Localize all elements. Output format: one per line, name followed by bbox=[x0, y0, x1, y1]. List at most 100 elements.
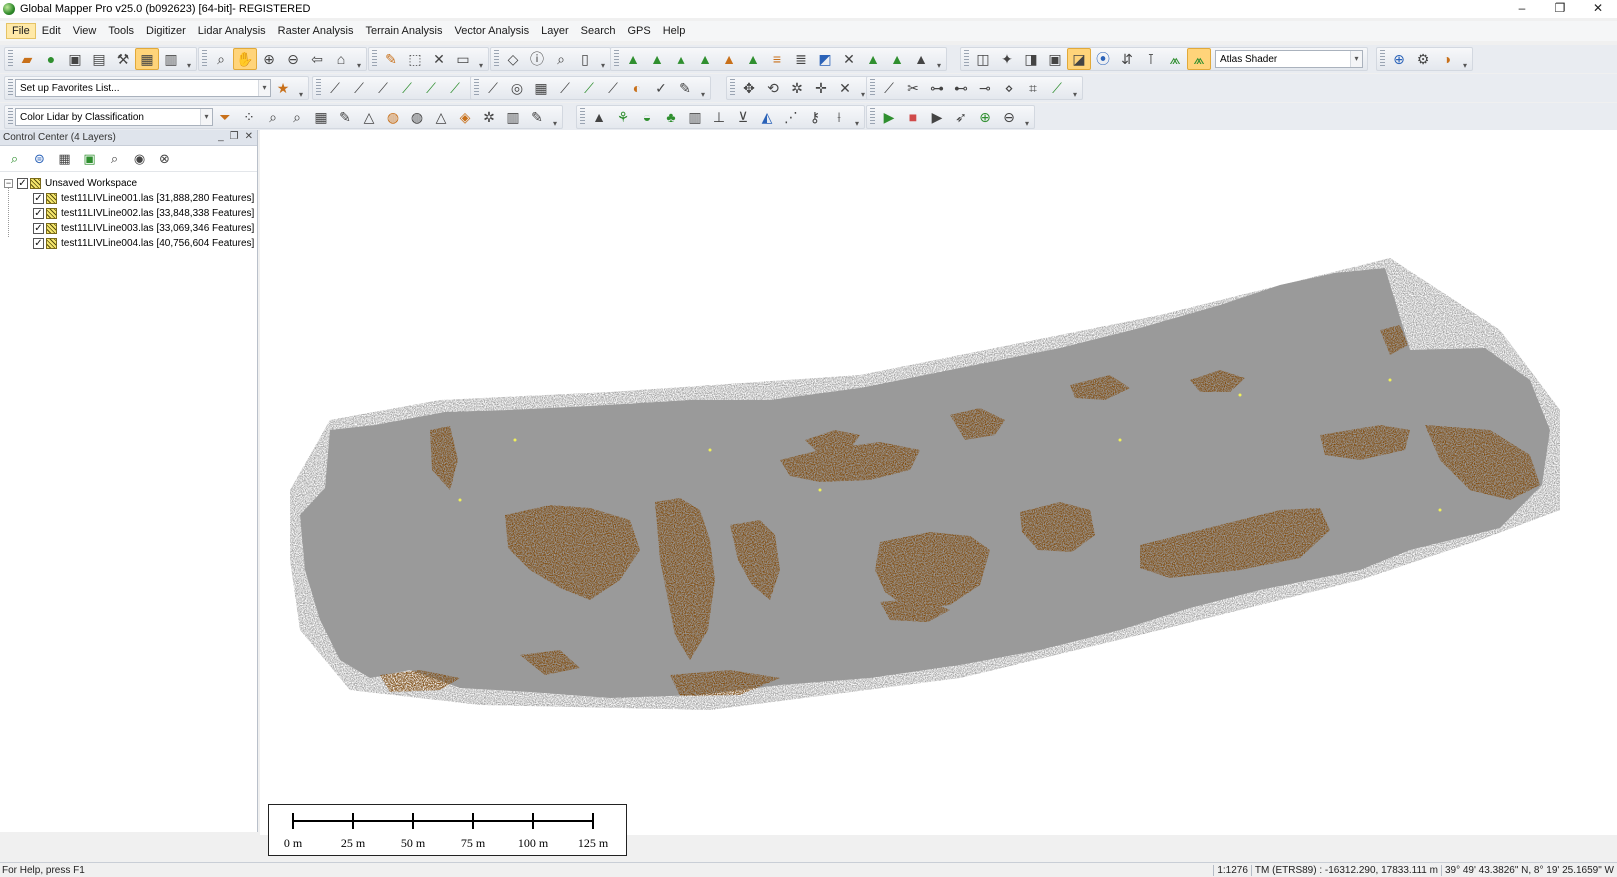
collapse-icon[interactable]: − bbox=[4, 179, 13, 188]
rotate-icon[interactable]: ⟲ bbox=[761, 77, 785, 99]
back-arrow-icon[interactable]: ⇦ bbox=[305, 48, 329, 70]
merge-icon[interactable]: ◐ bbox=[625, 77, 649, 99]
layer-checkbox[interactable]: ✓ bbox=[33, 193, 44, 204]
projection-icon[interactable]: ⊜ bbox=[27, 148, 52, 170]
window-icon[interactable]: ◫ bbox=[971, 48, 995, 70]
report-icon[interactable]: ▯ bbox=[573, 48, 597, 70]
toolbar-grip[interactable] bbox=[8, 79, 13, 97]
eraser-icon[interactable]: ⟋ bbox=[601, 77, 625, 99]
wrench-icon[interactable]: ⚒ bbox=[111, 48, 135, 70]
layer-item[interactable]: ✓ test11LIVLine002.las [33,848,338 Featu… bbox=[0, 206, 257, 221]
terrain-icon[interactable]: ▲ bbox=[621, 48, 645, 70]
breakline-icon[interactable]: ⟊ bbox=[827, 106, 851, 128]
join-icon[interactable]: ⊶ bbox=[925, 77, 949, 99]
chevron-down-icon[interactable]: ▾ bbox=[1350, 51, 1362, 67]
offset-icon[interactable]: ⊸ bbox=[973, 77, 997, 99]
visibility-icon[interactable]: ◉ bbox=[127, 148, 152, 170]
draw-path-icon[interactable]: ⟋ bbox=[347, 77, 371, 99]
select-box-icon[interactable]: ⬚ bbox=[403, 48, 427, 70]
find-icon[interactable]: ⌕ bbox=[549, 48, 573, 70]
layer-item[interactable]: ✓ test11LIVLine001.las [31,888,280 Featu… bbox=[0, 191, 257, 206]
shader-active-icon[interactable]: ⩕ bbox=[1187, 48, 1211, 70]
toolbar-grip[interactable] bbox=[316, 79, 321, 97]
day-night-icon[interactable]: ◑ bbox=[1435, 48, 1459, 70]
stop-icon[interactable]: ■ bbox=[901, 106, 925, 128]
menu-lidar-analysis[interactable]: Lidar Analysis bbox=[192, 23, 272, 39]
restore-button[interactable]: ❐ bbox=[1541, 0, 1579, 18]
snap-icon[interactable]: ✛ bbox=[809, 77, 833, 99]
save-icon[interactable]: ▣ bbox=[63, 48, 87, 70]
chevron-down-icon[interactable]: ▾ bbox=[853, 119, 861, 128]
filter-icon[interactable]: ⏷ bbox=[213, 106, 237, 128]
menu-raster-analysis[interactable]: Raster Analysis bbox=[272, 23, 360, 39]
split-icon[interactable]: ⟋ bbox=[553, 77, 577, 99]
toolbar-grip[interactable] bbox=[372, 50, 377, 68]
menu-layer[interactable]: Layer bbox=[535, 23, 575, 39]
pencil-icon[interactable]: ✎ bbox=[379, 48, 403, 70]
delete-icon[interactable]: ✕ bbox=[427, 48, 451, 70]
draw-brush-icon[interactable]: ⟋ bbox=[443, 77, 467, 99]
pin-icon[interactable]: _ bbox=[218, 131, 224, 142]
watershed-icon[interactable]: ▲ bbox=[693, 48, 717, 70]
play-icon[interactable]: ▶ bbox=[877, 106, 901, 128]
toolbar-grip[interactable] bbox=[870, 108, 875, 126]
close-button[interactable]: ✕ bbox=[1579, 0, 1617, 18]
scatter-icon[interactable]: ✲ bbox=[477, 106, 501, 128]
hillshade-icon[interactable]: ◪ bbox=[1067, 48, 1091, 70]
menu-edit[interactable]: Edit bbox=[36, 23, 67, 39]
contour-icon[interactable]: ▲ bbox=[645, 48, 669, 70]
target-icon[interactable]: ◎ bbox=[505, 77, 529, 99]
lidar-search-icon[interactable]: ⌕ bbox=[261, 106, 285, 128]
zoom-out-icon[interactable]: ⊖ bbox=[281, 48, 305, 70]
elevation-icon[interactable]: ⊺ bbox=[1139, 48, 1163, 70]
vertex-icon[interactable]: ✲ bbox=[785, 77, 809, 99]
line-tool-icon[interactable]: ⟋ bbox=[877, 77, 901, 99]
check-icon[interactable]: ✓ bbox=[649, 77, 673, 99]
3d-view-icon[interactable]: ▣ bbox=[1043, 48, 1067, 70]
menu-view[interactable]: View bbox=[67, 23, 103, 39]
building-class-icon[interactable]: ▥ bbox=[683, 106, 707, 128]
chevron-down-icon[interactable]: ▾ bbox=[297, 90, 305, 99]
wire-class-icon[interactable]: ⋰ bbox=[779, 106, 803, 128]
config-icon[interactable]: ▥ bbox=[159, 48, 183, 70]
paint-icon[interactable]: ⟋ bbox=[577, 77, 601, 99]
toolbar-grip[interactable] bbox=[580, 108, 585, 126]
chevron-down-icon[interactable]: ▾ bbox=[699, 90, 707, 99]
workspace-checkbox[interactable]: ✓ bbox=[17, 178, 28, 189]
remove-waypoint-icon[interactable]: ⊖ bbox=[997, 106, 1021, 128]
chevron-down-icon[interactable]: ▾ bbox=[355, 61, 363, 70]
pole-class-icon[interactable]: ⊥ bbox=[707, 106, 731, 128]
chevron-down-icon[interactable]: ▾ bbox=[1023, 119, 1031, 128]
search-layer-icon[interactable]: ⌕ bbox=[102, 148, 127, 170]
tools-icon[interactable]: ✕ bbox=[837, 48, 861, 70]
open-folder-icon[interactable]: ▰ bbox=[15, 48, 39, 70]
grid-icon[interactable]: ≡ bbox=[765, 48, 789, 70]
attribute-icon[interactable]: ▭ bbox=[451, 48, 475, 70]
combine-icon[interactable]: ≣ bbox=[789, 48, 813, 70]
toolbar-grip[interactable] bbox=[730, 79, 735, 97]
toolbar-grip[interactable] bbox=[474, 79, 479, 97]
lidar-draw-icon[interactable]: ✎ bbox=[525, 106, 549, 128]
vertical-scale-icon[interactable]: ⇵ bbox=[1115, 48, 1139, 70]
track-icon[interactable]: ➶ bbox=[949, 106, 973, 128]
triangle-icon[interactable]: △ bbox=[357, 106, 381, 128]
map-icon[interactable]: ◩ bbox=[813, 48, 837, 70]
draw-line-icon[interactable]: ⟋ bbox=[323, 77, 347, 99]
edit-line-icon[interactable]: ⟋ bbox=[481, 77, 505, 99]
lidar-query-icon[interactable]: ⌕ bbox=[285, 106, 309, 128]
chevron-down-icon[interactable]: ▾ bbox=[935, 61, 943, 70]
slope-icon[interactable]: ▲ bbox=[885, 48, 909, 70]
layer-checkbox[interactable]: ✓ bbox=[33, 238, 44, 249]
map-view[interactable] bbox=[260, 130, 1617, 835]
measure-line-icon[interactable]: ⟋ bbox=[1045, 77, 1069, 99]
menu-terrain-analysis[interactable]: Terrain Analysis bbox=[359, 23, 448, 39]
toolbar-grip[interactable] bbox=[614, 50, 619, 68]
draw-area-icon[interactable]: ⟋ bbox=[395, 77, 419, 99]
ruler-icon[interactable]: ◇ bbox=[501, 48, 525, 70]
draw-polyline-icon[interactable]: ⟋ bbox=[371, 77, 395, 99]
star-icon[interactable]: ★ bbox=[271, 77, 295, 99]
move-icon[interactable]: ✥ bbox=[737, 77, 761, 99]
menu-digitizer[interactable]: Digitizer bbox=[140, 23, 192, 39]
menu-gps[interactable]: GPS bbox=[622, 23, 657, 39]
chart-icon[interactable]: ▥ bbox=[501, 106, 525, 128]
